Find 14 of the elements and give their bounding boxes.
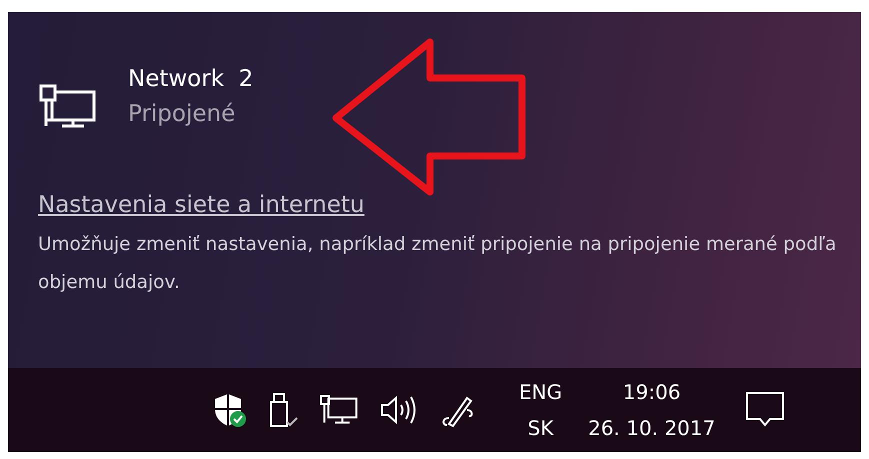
settings-link[interactable]: Nastavenia siete a internetu bbox=[38, 192, 364, 218]
notification-icon[interactable] bbox=[745, 391, 786, 429]
network-item[interactable]: Network 2 Pripojené bbox=[38, 62, 861, 132]
settings-description: Umožňuje zmeniť nastavenia, napríklad zmeniť pripojenie na pripojenie merané podľa objemu údajov. bbox=[38, 233, 838, 295]
keyboard-layout: SK bbox=[528, 415, 554, 442]
language-indicator[interactable]: ENG SK bbox=[519, 374, 562, 446]
input-language: ENG bbox=[519, 379, 562, 406]
clock-date: 26. 10. 2017 bbox=[588, 415, 716, 442]
usb-drive-icon[interactable] bbox=[267, 392, 299, 428]
network-name: Network 2 bbox=[128, 65, 254, 94]
connection-status: Pripojené bbox=[128, 100, 236, 128]
clock[interactable]: 19:06 26. 10. 2017 bbox=[588, 374, 716, 446]
clock-time: 19:06 bbox=[622, 379, 681, 406]
security-shield-icon[interactable] bbox=[213, 392, 247, 428]
